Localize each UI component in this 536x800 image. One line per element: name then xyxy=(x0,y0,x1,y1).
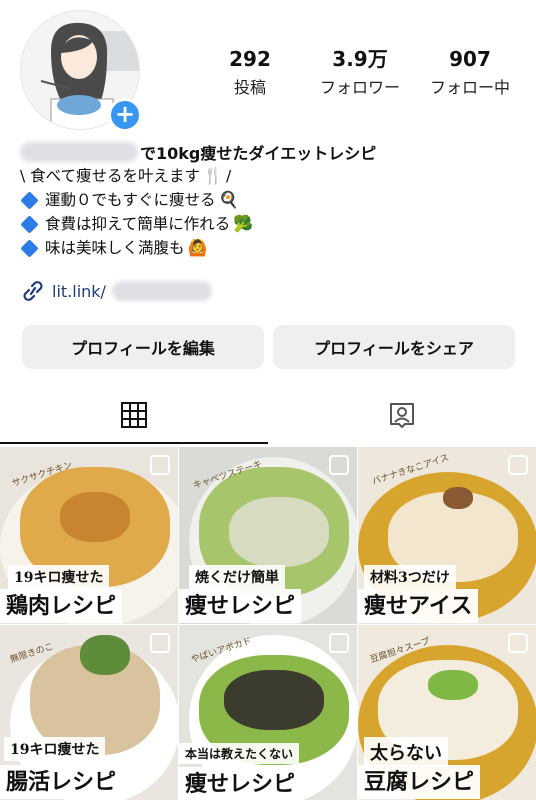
person-icon: 🙆 xyxy=(187,238,208,257)
post-sub-caption: 19キロ痩せた xyxy=(4,737,106,761)
post-sub-caption: 太らない xyxy=(364,737,448,767)
post-sub-caption: 19キロ痩せた xyxy=(8,565,110,589)
bio-line-text: 味は美味しく満腹も xyxy=(45,239,185,257)
stat-posts[interactable]: 292 投稿 xyxy=(200,48,300,98)
profile-bio: で10kg痩せたダイエットレシピ \ 食べて痩せるを叶えます 🍴 / 運動０でも… xyxy=(20,140,520,260)
active-tab-indicator xyxy=(0,442,268,444)
select-checkbox[interactable] xyxy=(508,455,528,475)
stat-value: 3.9万 xyxy=(332,47,388,71)
broccoli-icon: 🥦 xyxy=(233,214,254,233)
seaweed xyxy=(224,670,324,730)
share-profile-button[interactable]: プロフィールをシェア xyxy=(273,325,515,369)
stat-following[interactable]: 907 フォロー中 xyxy=(420,48,520,98)
profile-avatar-wrap[interactable]: + xyxy=(20,10,142,132)
post-main-caption: 痩せレシピ xyxy=(179,589,302,623)
slash-glyph: / xyxy=(225,167,232,185)
post-tile[interactable]: 豆腐担々スープ 太らない 豆腐レシピ xyxy=(358,625,536,800)
post-tile[interactable]: バナナきなこアイス 材料3つだけ 痩せアイス xyxy=(358,447,536,624)
tab-grid[interactable] xyxy=(0,386,268,444)
frying-pan-icon: 🍳 xyxy=(218,190,239,209)
tab-tagged[interactable] xyxy=(268,386,536,444)
blue-diamond-icon xyxy=(20,238,39,258)
bio-line-text: \ 食べて痩せるを叶えます xyxy=(20,167,201,185)
profile-tabs xyxy=(0,386,536,444)
select-checkbox[interactable] xyxy=(150,455,170,475)
post-main-caption: 鶏肉レシピ xyxy=(0,589,123,623)
select-checkbox[interactable] xyxy=(508,633,528,653)
link-icon xyxy=(23,281,43,301)
profile-link[interactable]: lit.link/ xyxy=(20,278,212,304)
post-main-caption: 腸活レシピ xyxy=(0,765,123,799)
post-tile[interactable]: キャベツステーキ 焼くだけ簡単 痩せレシピ xyxy=(179,447,357,624)
stat-label: 投稿 xyxy=(233,78,266,97)
stat-followers[interactable]: 3.9万 フォロワー xyxy=(310,48,410,98)
post-main-caption: 豆腐レシピ xyxy=(358,765,481,799)
herbs xyxy=(80,635,130,675)
post-sub-caption: 材料3つだけ xyxy=(364,565,456,589)
profile-stats: 292 投稿 3.9万 フォロワー 907 フォロー中 xyxy=(200,48,520,98)
topping xyxy=(60,492,130,542)
stat-label: フォロワー xyxy=(319,78,400,97)
tagged-icon xyxy=(390,403,414,428)
post-main-caption: 痩せレシピ xyxy=(179,767,302,800)
bio-line-text: 食費は抑えて簡単に作れる xyxy=(45,215,231,233)
edit-profile-button[interactable]: プロフィールを編集 xyxy=(22,325,264,369)
bio-name-text: で10kg痩せたダイエットレシピ xyxy=(140,144,377,163)
stat-value: 292 xyxy=(229,47,271,71)
link-text[interactable]: lit.link/ xyxy=(52,282,106,301)
select-checkbox[interactable] xyxy=(329,455,349,475)
select-checkbox[interactable] xyxy=(150,633,170,653)
bio-line: 食費は抑えて簡単に作れる 🥦 xyxy=(20,212,520,236)
blue-diamond-icon xyxy=(20,214,39,234)
post-sub-caption: 焼くだけ簡単 xyxy=(189,565,285,589)
post-tile[interactable]: サクサクチキン 19キロ痩せた 鶏肉レシピ xyxy=(0,447,178,624)
fork-knife-icon: 🍴 xyxy=(203,166,223,185)
nut xyxy=(443,487,473,509)
post-main-caption: 痩せアイス xyxy=(358,589,479,623)
select-checkbox[interactable] xyxy=(329,633,349,653)
bio-line: 味は美味しく満腹も 🙆 xyxy=(20,236,520,260)
scallion xyxy=(428,670,478,700)
sauce xyxy=(229,497,329,567)
grid-icon xyxy=(121,402,147,428)
post-sub-caption: 本当は教えたくない xyxy=(179,743,300,764)
bio-line: 運動０でもすぐに痩せる 🍳 xyxy=(20,188,520,212)
add-story-button[interactable]: + xyxy=(108,98,142,132)
bio-name: で10kg痩せたダイエットレシピ xyxy=(20,140,520,164)
blurred-name xyxy=(20,142,138,162)
post-tile[interactable]: やばいアボカド 本当は教えたくない 痩せレシピ xyxy=(179,625,357,800)
blue-diamond-icon xyxy=(20,190,39,210)
stat-label: フォロー中 xyxy=(429,78,510,97)
posts-grid: サクサクチキン 19キロ痩せた 鶏肉レシピ キャベツステーキ 焼くだけ簡単 痩せ… xyxy=(0,447,536,800)
stat-value: 907 xyxy=(449,47,491,71)
bio-line: \ 食べて痩せるを叶えます 🍴 / xyxy=(20,164,520,188)
bio-line-text: 運動０でもすぐに痩せる xyxy=(45,191,216,209)
post-tile[interactable]: 無限きのこ 19キロ痩せた 腸活レシピ xyxy=(0,625,178,800)
blurred-link xyxy=(111,281,212,301)
